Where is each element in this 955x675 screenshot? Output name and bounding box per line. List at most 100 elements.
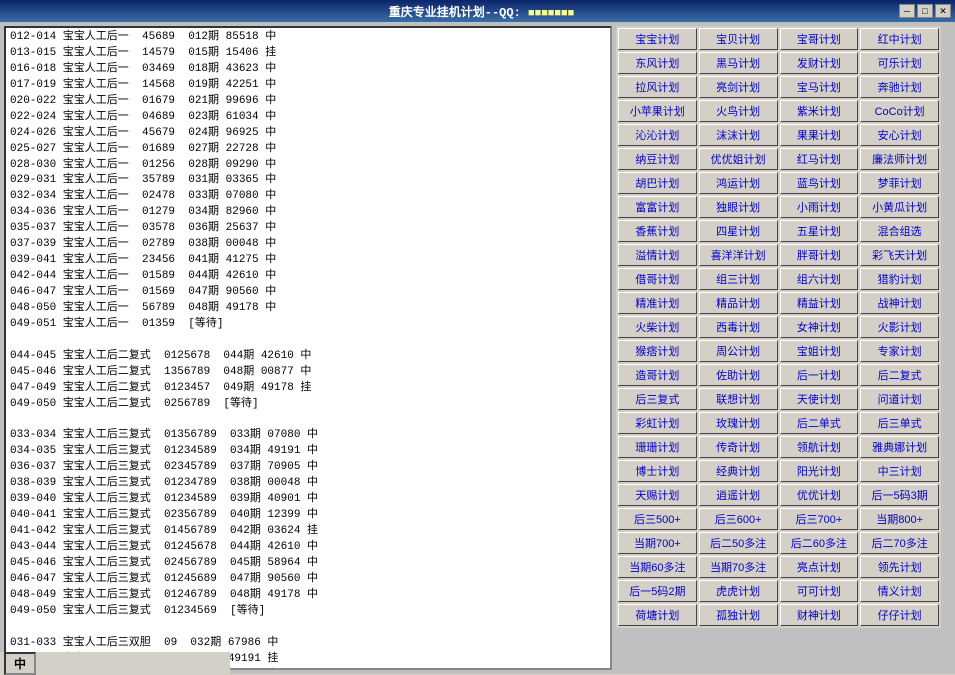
plan-button-8-3[interactable]: 混合组选	[860, 220, 939, 242]
plan-button-9-1[interactable]: 喜洋洋计划	[699, 244, 778, 266]
plan-button-7-0[interactable]: 富富计划	[618, 196, 697, 218]
plan-button-15-3[interactable]: 问道计划	[860, 388, 939, 410]
minimize-button[interactable]: ─	[899, 4, 915, 18]
plan-button-7-2[interactable]: 小雨计划	[780, 196, 859, 218]
plan-button-19-2[interactable]: 优优计划	[780, 484, 859, 506]
plan-button-13-1[interactable]: 周公计划	[699, 340, 778, 362]
plan-button-16-0[interactable]: 彩虹计划	[618, 412, 697, 434]
plan-button-14-0[interactable]: 造哥计划	[618, 364, 697, 386]
plan-button-20-1[interactable]: 后三600+	[699, 508, 778, 530]
plan-button-11-1[interactable]: 精品计划	[699, 292, 778, 314]
plan-button-11-0[interactable]: 精准计划	[618, 292, 697, 314]
plan-button-13-3[interactable]: 专家计划	[860, 340, 939, 362]
plan-button-12-3[interactable]: 火影计划	[860, 316, 939, 338]
plan-button-9-3[interactable]: 彩飞天计划	[860, 244, 939, 266]
plan-button-6-3[interactable]: 梦菲计划	[860, 172, 939, 194]
plan-button-4-0[interactable]: 沁沁计划	[618, 124, 697, 146]
plan-button-3-0[interactable]: 小苹果计划	[618, 100, 697, 122]
plan-button-12-1[interactable]: 西毒计划	[699, 316, 778, 338]
plan-button-10-2[interactable]: 组六计划	[780, 268, 859, 290]
plan-button-20-0[interactable]: 后三500+	[618, 508, 697, 530]
plan-button-19-0[interactable]: 天赐计划	[618, 484, 697, 506]
plan-button-14-2[interactable]: 后一计划	[780, 364, 859, 386]
plan-button-21-0[interactable]: 当期700+	[618, 532, 697, 554]
plan-button-1-1[interactable]: 黑马计划	[699, 52, 778, 74]
plan-button-0-0[interactable]: 宝宝计划	[618, 28, 697, 50]
plan-button-18-1[interactable]: 经典计划	[699, 460, 778, 482]
plan-button-13-2[interactable]: 宝姐计划	[780, 340, 859, 362]
plan-button-20-2[interactable]: 后三700+	[780, 508, 859, 530]
plan-button-23-0[interactable]: 后一5码2期	[618, 580, 697, 602]
plan-button-17-2[interactable]: 领航计划	[780, 436, 859, 458]
plan-button-13-0[interactable]: 猴痞计划	[618, 340, 697, 362]
plan-button-17-3[interactable]: 雅典娜计划	[860, 436, 939, 458]
plan-button-24-3[interactable]: 仔仔计划	[860, 604, 939, 626]
plan-button-23-3[interactable]: 情义计划	[860, 580, 939, 602]
plan-button-2-2[interactable]: 宝马计划	[780, 76, 859, 98]
plan-button-22-2[interactable]: 亮点计划	[780, 556, 859, 578]
plan-text-area[interactable]: 012-014 宝宝人工后一 45689 012期 85518 中 013-01…	[6, 28, 610, 668]
plan-button-6-0[interactable]: 胡巴计划	[618, 172, 697, 194]
plan-button-22-0[interactable]: 当期60多注	[618, 556, 697, 578]
plan-button-17-1[interactable]: 传奇计划	[699, 436, 778, 458]
plan-button-0-3[interactable]: 红中计划	[860, 28, 939, 50]
plan-button-4-1[interactable]: 沫沫计划	[699, 124, 778, 146]
plan-button-17-0[interactable]: 珊珊计划	[618, 436, 697, 458]
plan-button-3-2[interactable]: 紫米计划	[780, 100, 859, 122]
plan-button-10-1[interactable]: 组三计划	[699, 268, 778, 290]
plan-button-14-3[interactable]: 后二复式	[860, 364, 939, 386]
plan-button-10-3[interactable]: 猎豹计划	[860, 268, 939, 290]
plan-button-6-2[interactable]: 蓝鸟计划	[780, 172, 859, 194]
plan-button-16-2[interactable]: 后二单式	[780, 412, 859, 434]
plan-button-16-3[interactable]: 后三单式	[860, 412, 939, 434]
plan-button-11-3[interactable]: 战神计划	[860, 292, 939, 314]
plan-button-24-2[interactable]: 财神计划	[780, 604, 859, 626]
close-button[interactable]: ✕	[935, 4, 951, 18]
plan-button-8-0[interactable]: 香蕉计划	[618, 220, 697, 242]
plan-button-2-1[interactable]: 亮剑计划	[699, 76, 778, 98]
plan-button-2-0[interactable]: 拉风计划	[618, 76, 697, 98]
plan-button-20-3[interactable]: 当期800+	[860, 508, 939, 530]
plan-button-1-0[interactable]: 东风计划	[618, 52, 697, 74]
plan-button-24-1[interactable]: 孤独计划	[699, 604, 778, 626]
plan-button-6-1[interactable]: 鸿运计划	[699, 172, 778, 194]
plan-button-8-2[interactable]: 五星计划	[780, 220, 859, 242]
plan-button-5-0[interactable]: 纳豆计划	[618, 148, 697, 170]
plan-button-5-2[interactable]: 红马计划	[780, 148, 859, 170]
plan-button-21-2[interactable]: 后二60多注	[780, 532, 859, 554]
plan-button-18-2[interactable]: 阳光计划	[780, 460, 859, 482]
plan-button-2-3[interactable]: 奔驰计划	[860, 76, 939, 98]
plan-button-23-1[interactable]: 虎虎计划	[699, 580, 778, 602]
plan-button-22-3[interactable]: 领先计划	[860, 556, 939, 578]
plan-button-5-3[interactable]: 廉法师计划	[860, 148, 939, 170]
plan-button-9-2[interactable]: 胖哥计划	[780, 244, 859, 266]
plan-button-8-1[interactable]: 四星计划	[699, 220, 778, 242]
plan-button-16-1[interactable]: 玫瑰计划	[699, 412, 778, 434]
maximize-button[interactable]: □	[917, 4, 933, 18]
plan-button-15-0[interactable]: 后三复式	[618, 388, 697, 410]
plan-button-12-0[interactable]: 火柴计划	[618, 316, 697, 338]
plan-button-22-1[interactable]: 当期70多注	[699, 556, 778, 578]
plan-button-9-0[interactable]: 溢情计划	[618, 244, 697, 266]
plan-button-7-1[interactable]: 独眼计划	[699, 196, 778, 218]
plan-button-21-1[interactable]: 后二50多注	[699, 532, 778, 554]
plan-button-10-0[interactable]: 借哥计划	[618, 268, 697, 290]
plan-button-0-2[interactable]: 宝哥计划	[780, 28, 859, 50]
plan-button-18-3[interactable]: 中三计划	[860, 460, 939, 482]
plan-button-19-3[interactable]: 后一5码3期	[860, 484, 939, 506]
plan-button-0-1[interactable]: 宝贝计划	[699, 28, 778, 50]
plan-button-1-2[interactable]: 发财计划	[780, 52, 859, 74]
plan-button-23-2[interactable]: 可可计划	[780, 580, 859, 602]
plan-button-14-1[interactable]: 佐助计划	[699, 364, 778, 386]
plan-button-4-3[interactable]: 安心计划	[860, 124, 939, 146]
plan-button-1-3[interactable]: 可乐计划	[860, 52, 939, 74]
plan-button-15-2[interactable]: 天使计划	[780, 388, 859, 410]
plan-button-21-3[interactable]: 后二70多注	[860, 532, 939, 554]
plan-button-7-3[interactable]: 小黄瓜计划	[860, 196, 939, 218]
plan-button-11-2[interactable]: 精益计划	[780, 292, 859, 314]
plan-button-18-0[interactable]: 博士计划	[618, 460, 697, 482]
plan-button-24-0[interactable]: 荷塘计划	[618, 604, 697, 626]
plan-button-3-1[interactable]: 火鸟计划	[699, 100, 778, 122]
plan-button-4-2[interactable]: 果果计划	[780, 124, 859, 146]
plan-button-5-1[interactable]: 优优姐计划	[699, 148, 778, 170]
